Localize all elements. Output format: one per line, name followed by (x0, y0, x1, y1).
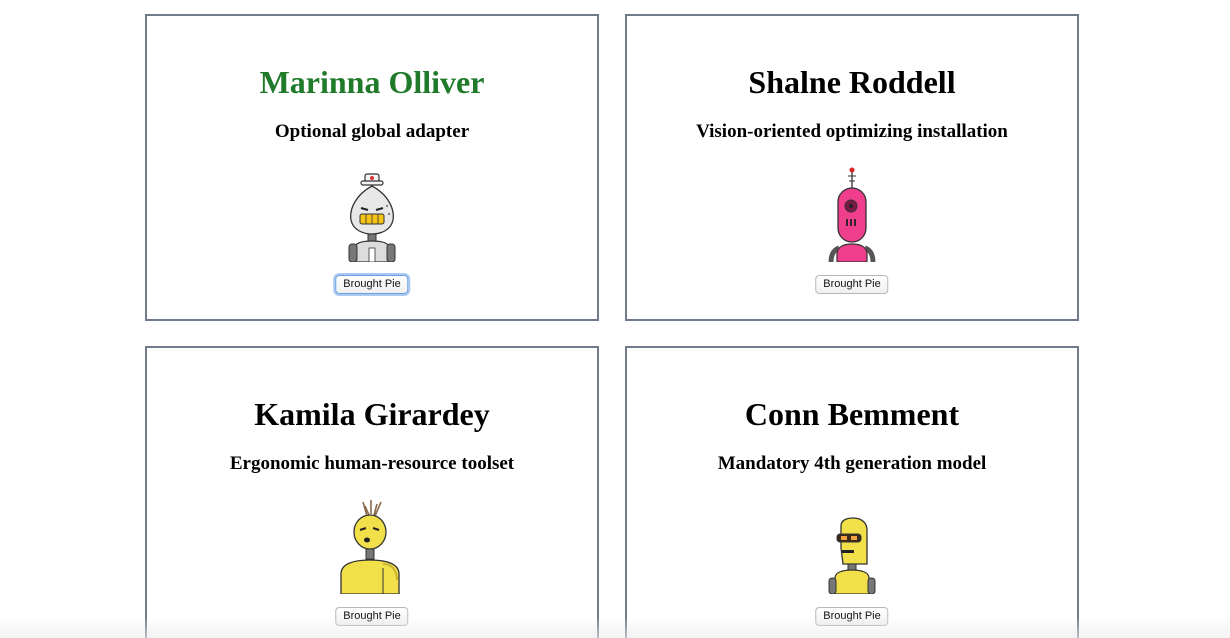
card-grid: Marinna Olliver Optional global adapter (0, 0, 1230, 638)
brought-pie-button[interactable]: Brought Pie (335, 607, 409, 626)
profile-card: Shalne Roddell Vision-oriented optimizin… (625, 14, 1079, 321)
card-name: Conn Bemment (744, 396, 960, 432)
robot-avatar (348, 173, 396, 262)
brought-pie-button[interactable]: Brought Pie (335, 275, 409, 294)
robot-avatar (828, 517, 876, 594)
card-tagline: Vision-oriented optimizing installation (696, 121, 1008, 142)
card-name: Kamila Girardey (254, 396, 490, 432)
brought-pie-button[interactable]: Brought Pie (815, 275, 889, 294)
profile-card: Conn Bemment Mandatory 4th generation mo… (625, 346, 1079, 638)
brought-pie-button[interactable]: Brought Pie (815, 607, 889, 626)
card-tagline: Mandatory 4th generation model (717, 453, 987, 474)
robot-avatar (340, 500, 400, 594)
card-tagline: Optional global adapter (274, 121, 470, 142)
robot-avatar (828, 167, 876, 262)
card-tagline: Ergonomic human-resource toolset (229, 453, 515, 474)
card-name: Shalne Roddell (748, 64, 956, 100)
card-name: Marinna Olliver (259, 64, 485, 100)
profile-card: Marinna Olliver Optional global adapter (145, 14, 599, 321)
profile-card: Kamila Girardey Ergonomic human-resource… (145, 346, 599, 638)
